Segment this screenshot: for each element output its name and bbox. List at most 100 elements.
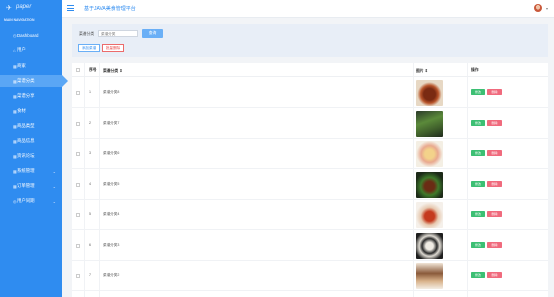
- sidebar-item-6[interactable]: ▦ 商品类型: [0, 120, 62, 132]
- batch-delete-button[interactable]: 批量删除: [102, 44, 124, 52]
- column-header-category[interactable]: 菜谱分类 ⇕: [103, 68, 122, 74]
- edit-button[interactable]: 修改: [471, 241, 485, 248]
- sidebar: ✈ paper MAIN NAVIGATION ◷ Dashboard ⌂ 用户 ▦ 商家…: [0, 0, 68, 297]
- table-row: 1 菜谱分类8 修改 删除: [72, 78, 548, 108]
- grid-icon: ▦: [13, 63, 17, 69]
- chevron-down-icon[interactable]: ▾: [546, 6, 548, 11]
- edit-button[interactable]: 修改: [471, 119, 485, 126]
- sidebar-item-2[interactable]: ▦ 商家: [0, 60, 62, 72]
- chicken-dish-photo: [416, 171, 443, 198]
- edit-button[interactable]: 修改: [471, 211, 485, 217]
- row-index: 6: [89, 242, 91, 247]
- sidebar-item-label: 用户同期: [17, 198, 35, 203]
- grid-icon: ▦: [13, 138, 17, 144]
- sidebar-item-11[interactable]: ◎ 用户同期 ⌄: [0, 195, 62, 207]
- row-index: 2: [89, 120, 91, 125]
- table-row: 7 菜谱分类2 修改 删除: [72, 261, 548, 291]
- table-row: 3 菜谱分类6 修改 删除: [72, 139, 548, 169]
- sidebar-item-7[interactable]: ▦ 商品信息: [0, 135, 62, 147]
- nav-title: MAIN NAVIGATION: [4, 18, 35, 22]
- search-label: 菜谱分类: [79, 32, 95, 36]
- row-checkbox[interactable]: [76, 213, 80, 217]
- search-button[interactable]: 查询: [142, 29, 163, 38]
- edit-button[interactable]: 修改: [471, 180, 485, 187]
- avatar[interactable]: [534, 4, 542, 12]
- sidebar-item-5[interactable]: ▦ 食材: [0, 105, 62, 117]
- row-checkbox[interactable]: [76, 152, 80, 156]
- edit-button[interactable]: 修改: [471, 150, 485, 156]
- grid-icon: ▦: [13, 108, 17, 114]
- row-checkbox[interactable]: [76, 182, 80, 187]
- search-input[interactable]: [98, 30, 138, 37]
- select-all-checkbox[interactable]: [76, 68, 80, 72]
- sidebar-item-label: 商品类型: [17, 123, 35, 128]
- delete-button[interactable]: 删除: [487, 180, 502, 187]
- search-panel: 菜谱分类 查询 添加菜谱 批量删除: [72, 24, 548, 57]
- table-row: 4 菜谱分类5 修改 删除: [72, 170, 548, 200]
- row-checkbox[interactable]: [76, 91, 80, 95]
- sidebar-item-label: 菜谱分享: [17, 93, 35, 98]
- sidebar-item-3[interactable]: ▦ 菜谱分类: [0, 75, 68, 87]
- logo[interactable]: ✈ paper: [4, 3, 60, 15]
- sidebar-item-8[interactable]: ▦ 资讯论坛: [0, 150, 62, 162]
- sidebar-item-label: 商品信息: [17, 138, 35, 143]
- row-index: 4: [89, 181, 91, 186]
- row-category-name: 菜谱分类4: [103, 212, 120, 216]
- cycle-icon: ◎: [13, 198, 17, 204]
- grid-icon: ▦: [13, 78, 17, 84]
- menu-toggle-icon[interactable]: [67, 5, 74, 11]
- grid-icon: ▦: [13, 153, 17, 159]
- sidebar-item-label: 商家: [17, 63, 26, 68]
- edit-button[interactable]: 修改: [471, 89, 485, 95]
- sidebar-item-9[interactable]: ▦ 系统管理 ⌄: [0, 165, 62, 177]
- sidebar-item-label: 订单管理: [17, 183, 35, 188]
- row-category-name: 菜谱分类2: [103, 273, 120, 277]
- edit-button[interactable]: 修改: [471, 272, 485, 278]
- row-index: 7: [89, 273, 91, 277]
- table-header: 序号 菜谱分类 ⇕ 图片 ⇕ 操作: [72, 63, 548, 77]
- row-index: 5: [89, 212, 91, 216]
- sidebar-item-label: Dashboard: [17, 32, 39, 38]
- sidebar-item-10[interactable]: ▦ 订单管理 ⌄: [0, 180, 62, 192]
- column-header-index: 序号: [89, 68, 97, 72]
- sidebar-item-0[interactable]: ◷ Dashboard: [0, 29, 62, 41]
- braised-pork-photo: [416, 80, 443, 106]
- table-row: 2 菜谱分类7 修改 删除: [72, 109, 548, 139]
- data-table: 序号 菜谱分类 ⇕ 图片 ⇕ 操作 1 菜谱分类8 修改 删除 2 菜谱分类7 修改 删除 3 菜…: [72, 63, 548, 297]
- logo-text: paper: [16, 4, 32, 10]
- delete-button[interactable]: 删除: [487, 119, 502, 126]
- sidebar-item-label: 食材: [17, 108, 26, 113]
- grid-icon: ▦: [13, 93, 17, 99]
- row-category-name: 菜谱分类3: [103, 242, 120, 247]
- row-category-name: 菜谱分类6: [103, 151, 120, 155]
- delete-button[interactable]: 删除: [487, 150, 502, 156]
- row-category-name: 菜谱分类7: [103, 120, 120, 125]
- delete-button[interactable]: 删除: [487, 211, 502, 217]
- delete-button[interactable]: 删除: [487, 241, 502, 248]
- row-checkbox[interactable]: [76, 274, 80, 278]
- home-icon: ⌂: [13, 47, 16, 53]
- column-header-image[interactable]: 图片 ⇕: [416, 68, 428, 74]
- add-recipe-button[interactable]: 添加菜谱: [78, 44, 100, 52]
- row-category-name: 菜谱分类5: [103, 181, 120, 186]
- row-checkbox[interactable]: [76, 243, 80, 248]
- row-checkbox[interactable]: [76, 121, 80, 126]
- grid-icon: ▦: [13, 183, 17, 189]
- grid-icon: ▦: [13, 168, 17, 174]
- sidebar-item-1[interactable]: ⌂ 用户: [0, 44, 62, 56]
- dumplings-photo: [416, 232, 443, 259]
- clock-icon: ◷: [13, 32, 17, 38]
- dessert-drink-photo: [416, 263, 443, 289]
- chevron-down-icon: ⌄: [52, 183, 56, 189]
- sidebar-item-label: 资讯论坛: [17, 153, 35, 158]
- delete-button[interactable]: 删除: [487, 272, 502, 278]
- spicy-fish-photo: [416, 202, 443, 228]
- salad-photo: [416, 141, 443, 167]
- delete-button[interactable]: 删除: [487, 89, 502, 95]
- sidebar-item-4[interactable]: ▦ 菜谱分享: [0, 90, 62, 102]
- table-row: 5 菜谱分类4 修改 删除: [72, 200, 548, 230]
- chevron-down-icon: ⌄: [52, 198, 56, 204]
- row-category-name: 菜谱分类8: [103, 90, 120, 94]
- green-rolls-photo: [416, 110, 443, 137]
- header: 基于JAVA美食管理平台 ▾: [62, 0, 554, 18]
